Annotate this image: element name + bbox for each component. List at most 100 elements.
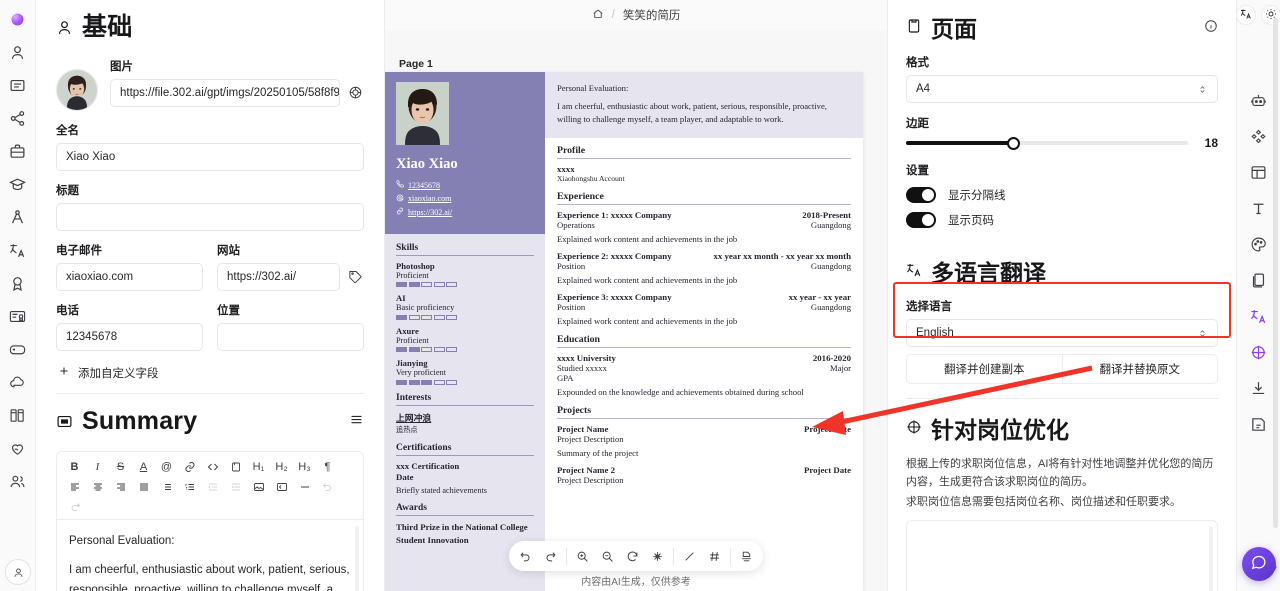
translate-replace-button[interactable]: 翻译并替换原文 xyxy=(1063,355,1218,383)
sidebar-item-interests[interactable] xyxy=(9,340,27,358)
sidebar-item-education[interactable] xyxy=(9,175,27,193)
rail-item-export[interactable] xyxy=(1250,381,1268,399)
reset-zoom-button[interactable] xyxy=(620,542,645,570)
add-custom-field-button[interactable]: 添加自定义字段 xyxy=(56,351,364,393)
italic-button[interactable]: I xyxy=(86,457,109,477)
paragraph-button[interactable]: ¶ xyxy=(316,457,339,477)
skill-level-label: Proficient xyxy=(396,270,429,280)
quote-button[interactable] xyxy=(224,457,247,477)
sidebar-item-references[interactable] xyxy=(9,472,27,490)
full-name-label: 全名 xyxy=(56,124,79,137)
sidebar-item-profiles[interactable] xyxy=(9,109,27,127)
align-justify-button[interactable] xyxy=(132,477,155,497)
phone-input[interactable]: 12345678 xyxy=(56,322,203,351)
image-button[interactable] xyxy=(247,477,270,497)
margin-slider-knob[interactable] xyxy=(1006,136,1020,150)
rail-item-job-optimize[interactable] xyxy=(1250,345,1268,363)
panel-scrollbar[interactable] xyxy=(1273,18,1278,528)
outdent-button[interactable] xyxy=(201,477,224,497)
rail-item-page[interactable] xyxy=(1250,273,1268,291)
email-input[interactable]: xiaoxiao.com xyxy=(56,262,203,291)
rail-item-typography[interactable] xyxy=(1250,201,1268,219)
rail-item-notes[interactable] xyxy=(1250,417,1268,435)
summary-textarea[interactable]: Personal Evaluation: I am cheerful, enth… xyxy=(57,520,363,591)
rail-item-templates[interactable] xyxy=(1250,129,1268,147)
sidebar-item-volunteering[interactable] xyxy=(9,439,27,457)
info-icon[interactable] xyxy=(1204,19,1218,36)
embed-button[interactable] xyxy=(270,477,293,497)
redo-button[interactable] xyxy=(63,497,86,517)
zoom-in-button[interactable] xyxy=(570,542,595,570)
indent-button[interactable] xyxy=(224,477,247,497)
rail-item-ai-assistant[interactable] xyxy=(1250,93,1268,111)
resume-page[interactable]: Xiao Xiao 12345678 xiaoxiao.com https://… xyxy=(385,72,863,591)
sidebar-item-basics[interactable] xyxy=(9,43,27,61)
sidebar-item-summary[interactable] xyxy=(9,76,27,94)
center-artboard-button[interactable] xyxy=(645,542,670,570)
format-select[interactable]: A4 xyxy=(906,75,1218,103)
align-center-button[interactable] xyxy=(86,477,109,497)
heading-1-button[interactable]: H₁ xyxy=(247,457,270,477)
sidebar-item-experience[interactable] xyxy=(9,142,27,160)
code-button[interactable] xyxy=(201,457,224,477)
heading-3-button[interactable]: H₃ xyxy=(293,457,316,477)
full-name-input[interactable]: Xiao Xiao xyxy=(56,142,364,171)
hash-icon[interactable] xyxy=(702,542,727,570)
breadcrumb-current[interactable]: 笑笑的简历 xyxy=(623,7,681,23)
location-input[interactable] xyxy=(217,322,364,351)
summary-scrollbar[interactable] xyxy=(355,526,359,591)
chat-button[interactable] xyxy=(1241,547,1276,581)
picture-options-icon[interactable] xyxy=(346,84,364,102)
align-left-button[interactable] xyxy=(63,477,86,497)
resume-certification-item: xxx Certification Date Briefly stated ac… xyxy=(396,461,534,496)
undo-button[interactable] xyxy=(316,477,339,497)
language-select[interactable]: English xyxy=(906,319,1218,347)
tag-icon[interactable] xyxy=(346,268,364,286)
avatar[interactable] xyxy=(56,68,98,111)
sidebar-item-languages[interactable] xyxy=(9,241,27,259)
rail-item-translate[interactable] xyxy=(1250,309,1268,327)
bullet-list-button[interactable] xyxy=(155,477,178,497)
sidebar-item-publications[interactable] xyxy=(9,406,27,424)
align-right-button[interactable] xyxy=(109,477,132,497)
bold-button[interactable]: B xyxy=(63,457,86,477)
picture-label: 图片 xyxy=(110,60,133,73)
show-separator-toggle[interactable] xyxy=(906,187,936,203)
textarea-scrollbar[interactable] xyxy=(1209,527,1213,591)
highlight-button[interactable]: @ xyxy=(155,457,178,477)
logo-icon[interactable] xyxy=(10,12,25,27)
pen-icon[interactable] xyxy=(677,542,702,570)
resume-sidebar-body: Skills Photoshop Proficient AI Basic pro… xyxy=(385,234,545,546)
strikethrough-button[interactable]: S xyxy=(109,457,132,477)
page-break-button[interactable] xyxy=(734,542,759,570)
resume-canvas[interactable]: Page 1 Xiao Xiao 12345678 xiaoxiao.com h… xyxy=(385,30,887,591)
picture-url-input[interactable]: https://file.302.ai/gpt/imgs/20250105/58… xyxy=(110,78,340,107)
ordered-list-button[interactable] xyxy=(178,477,201,497)
horizontal-rule-button[interactable] xyxy=(293,477,316,497)
headline-input[interactable] xyxy=(56,202,364,231)
show-page-numbers-toggle[interactable] xyxy=(906,212,936,228)
translate-toggle-button[interactable] xyxy=(1236,5,1256,25)
rte-toolbar: B I S A @ H₁ H₂ H₃ ¶ xyxy=(57,452,363,520)
redo-button[interactable] xyxy=(538,542,563,570)
underline-color-button[interactable]: A xyxy=(132,457,155,477)
undo-button[interactable] xyxy=(513,542,538,570)
translate-create-copy-button[interactable]: 翻译并创建副本 xyxy=(907,355,1062,383)
link-button[interactable] xyxy=(178,457,201,477)
margin-slider[interactable] xyxy=(906,136,1188,150)
sidebar-item-awards[interactable] xyxy=(9,274,27,292)
zoom-out-button[interactable] xyxy=(595,542,620,570)
sidebar-item-skills[interactable] xyxy=(9,208,27,226)
sidebar-item-projects[interactable] xyxy=(9,373,27,391)
website-input[interactable]: https://302.ai/ xyxy=(217,262,340,291)
translate-icon xyxy=(1240,8,1252,23)
rail-item-theme-colors[interactable] xyxy=(1250,237,1268,255)
rail-item-layout[interactable] xyxy=(1250,165,1268,183)
user-avatar-button[interactable] xyxy=(5,559,31,585)
heading-2-button[interactable]: H₂ xyxy=(270,457,293,477)
project-description: Project Description xyxy=(557,474,624,485)
job-description-textarea[interactable] xyxy=(906,520,1218,591)
sidebar-item-certifications[interactable] xyxy=(9,307,27,325)
home-icon[interactable] xyxy=(592,8,604,23)
summary-options-icon[interactable] xyxy=(349,412,364,430)
